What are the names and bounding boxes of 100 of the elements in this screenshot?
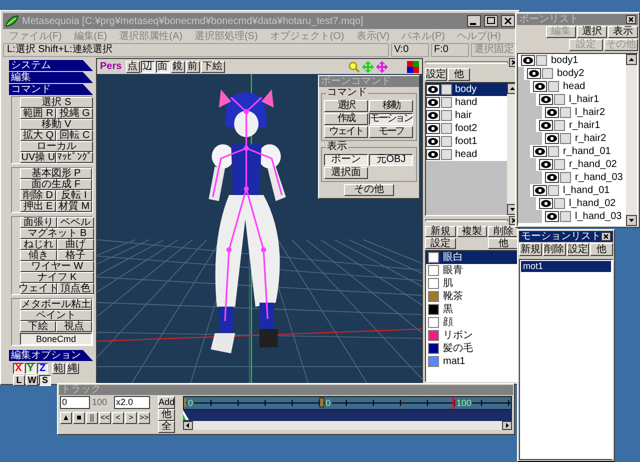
command-button[interactable]: 視点 bbox=[56, 321, 92, 332]
object-button[interactable]: 設定 bbox=[425, 68, 447, 81]
command-button[interactable]: 選択 S bbox=[20, 97, 93, 108]
bone-list-button[interactable]: 選択 bbox=[577, 26, 607, 38]
command-button[interactable]: モーフ bbox=[369, 126, 413, 138]
eye-icon[interactable] bbox=[426, 136, 440, 147]
track-button[interactable]: Add bbox=[158, 396, 175, 409]
motion-button[interactable]: 他 bbox=[590, 243, 613, 256]
motion-button[interactable]: 設定 bbox=[566, 243, 590, 256]
command-button[interactable]: 傾き bbox=[20, 250, 57, 261]
frame-spinner[interactable]: 0 bbox=[60, 396, 90, 409]
command-button[interactable]: モーション bbox=[369, 113, 413, 125]
display-toggle[interactable]: 元OBJ bbox=[369, 154, 413, 166]
eye-icon[interactable] bbox=[426, 97, 440, 108]
command-button[interactable]: 選択 bbox=[324, 100, 368, 112]
current-frame-line[interactable] bbox=[452, 397, 455, 409]
object-item[interactable]: head bbox=[426, 148, 507, 161]
transport-button[interactable]: < bbox=[112, 412, 124, 424]
panel-header[interactable]: 編集 bbox=[9, 72, 93, 83]
eye-icon[interactable] bbox=[545, 133, 559, 144]
command-button[interactable]: 削除 D bbox=[20, 190, 56, 201]
material-item[interactable]: 眼青 bbox=[426, 264, 518, 277]
visibility-box[interactable] bbox=[441, 149, 452, 160]
eye-icon[interactable] bbox=[533, 185, 547, 196]
command-button[interactable]: ﾏｯﾋﾟﾝｸﾞ bbox=[56, 152, 93, 163]
material-button[interactable]: 設定 bbox=[425, 238, 456, 249]
command-button[interactable]: 反転 I bbox=[56, 190, 92, 201]
command-button[interactable]: ワイヤー W bbox=[20, 261, 94, 272]
timeline-ruler[interactable]: 0 0 100 bbox=[183, 396, 512, 410]
maximize-icon[interactable] bbox=[484, 15, 498, 27]
close-icon[interactable] bbox=[501, 15, 515, 27]
motion-button[interactable]: 新規 bbox=[519, 243, 542, 256]
visibility-box[interactable] bbox=[560, 107, 571, 118]
command-button[interactable]: 作成 bbox=[324, 113, 368, 125]
command-button[interactable]: ベベル bbox=[57, 217, 94, 228]
material-button[interactable]: 他 bbox=[488, 238, 519, 249]
axis-toggle[interactable]: 縄 bbox=[66, 363, 79, 374]
eye-icon[interactable] bbox=[533, 146, 547, 157]
command-button[interactable]: 投縄 G bbox=[56, 108, 93, 119]
command-button[interactable]: 移動 bbox=[369, 100, 413, 112]
motion-button[interactable]: 削除 bbox=[542, 243, 566, 256]
speed-dropdown[interactable]: x2.0 bbox=[114, 396, 150, 409]
command-button[interactable]: ねじれ bbox=[20, 239, 57, 250]
eye-icon[interactable] bbox=[545, 211, 559, 222]
command-button[interactable]: 基本図形 P bbox=[20, 168, 92, 179]
command-button[interactable]: 曲げ bbox=[57, 239, 94, 250]
transport-button[interactable]: > bbox=[125, 412, 137, 424]
view-toggle[interactable]: 点 bbox=[126, 60, 140, 72]
eye-icon[interactable] bbox=[426, 123, 440, 134]
axis-toggle[interactable]: 範 bbox=[52, 363, 65, 374]
eye-icon[interactable] bbox=[533, 81, 547, 92]
command-button[interactable]: ペイント bbox=[20, 310, 92, 321]
command-button[interactable]: 材質 M bbox=[56, 201, 92, 212]
axis-toggle[interactable]: Z bbox=[37, 363, 48, 374]
option-toggle[interactable]: S bbox=[39, 375, 51, 386]
axis-toggle[interactable]: Y bbox=[25, 363, 36, 374]
motion-item[interactable]: mot1 bbox=[521, 261, 611, 272]
material-item[interactable]: 眼白 bbox=[426, 251, 518, 264]
panel-header[interactable]: コマンド bbox=[9, 84, 93, 95]
command-button[interactable]: UV操 U bbox=[20, 152, 56, 163]
transport-button[interactable]: ■ bbox=[73, 412, 85, 424]
bone-item[interactable]: body1 bbox=[518, 54, 626, 67]
transport-button[interactable]: || bbox=[86, 412, 98, 424]
visibility-box[interactable] bbox=[441, 136, 452, 147]
command-button[interactable]: ナイフ K bbox=[20, 272, 94, 283]
command-button[interactable]: マグネット B bbox=[20, 228, 94, 239]
view-mode-label[interactable]: Pers bbox=[100, 59, 122, 74]
material-button[interactable]: 削除 bbox=[488, 226, 519, 237]
material-item[interactable]: 髪の毛 bbox=[426, 342, 518, 355]
view-toggle[interactable]: 下絵 bbox=[200, 60, 225, 72]
material-item[interactable]: mat1 bbox=[426, 355, 518, 368]
eye-icon[interactable] bbox=[545, 172, 559, 183]
eye-icon[interactable] bbox=[426, 149, 440, 160]
command-button[interactable]: 拡大 Q bbox=[20, 130, 56, 141]
eye-icon[interactable] bbox=[527, 68, 541, 79]
track-button[interactable]: 他 bbox=[158, 409, 175, 421]
material-item[interactable]: 肌 bbox=[426, 277, 518, 290]
transport-button[interactable]: >> bbox=[138, 412, 150, 424]
visibility-box[interactable] bbox=[441, 110, 452, 121]
object-item[interactable]: hand bbox=[426, 96, 507, 109]
object-button[interactable]: 他 bbox=[448, 68, 470, 81]
visibility-box[interactable] bbox=[441, 97, 452, 108]
visibility-box[interactable] bbox=[441, 84, 452, 95]
transport-button[interactable]: ▲ bbox=[60, 412, 72, 424]
view-toggle[interactable]: 面 bbox=[156, 60, 170, 72]
object-item[interactable]: foot2 bbox=[426, 122, 507, 135]
minimize-icon[interactable] bbox=[467, 15, 481, 27]
command-button[interactable]: 移動 V bbox=[20, 119, 93, 130]
object-item[interactable]: hair bbox=[426, 109, 507, 122]
view-toggle[interactable]: 鏡 bbox=[170, 60, 185, 72]
key-marker[interactable] bbox=[319, 398, 324, 408]
visibility-box[interactable] bbox=[560, 211, 571, 222]
track-lane[interactable] bbox=[183, 410, 512, 421]
eye-icon[interactable] bbox=[539, 94, 553, 105]
eye-icon[interactable] bbox=[539, 120, 553, 131]
material-item[interactable]: 顔 bbox=[426, 316, 518, 329]
transport-button[interactable]: << bbox=[99, 412, 111, 424]
track-button[interactable]: 全 bbox=[158, 421, 175, 433]
material-item[interactable]: 靴茶 bbox=[426, 290, 518, 303]
key-marker[interactable] bbox=[184, 398, 186, 407]
